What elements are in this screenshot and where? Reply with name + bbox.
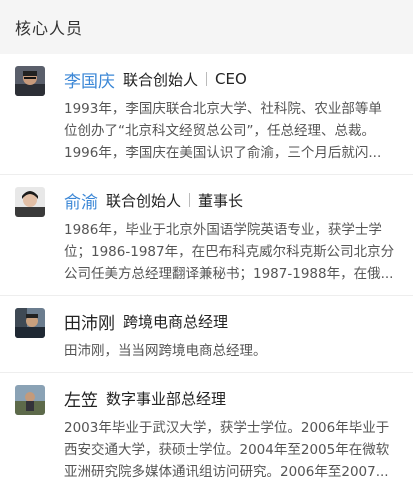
- person-name[interactable]: 李国庆: [64, 67, 115, 92]
- person-role: CEO: [215, 70, 247, 88]
- person-card[interactable]: 俞渝 联合创始人 董事长 1986年，毕业于北京外国语学院英语专业，获学士学 位…: [0, 174, 413, 295]
- person-bio: 2003年毕业于武汉大学，获学士学位。2006年毕业于 西安交通大学，获硕士学位…: [64, 417, 398, 483]
- bio-line: 西安交通大学，获硕士学位。2004年至2005年在微软: [64, 442, 390, 458]
- person-name: 田沛刚: [64, 313, 115, 334]
- name-row: 左笠 数字事业部总经理: [64, 383, 398, 413]
- person-name: 左笠: [64, 390, 98, 411]
- avatar[interactable]: [15, 66, 45, 96]
- bio-line: 1996年，李国庆在美国认识了俞渝，三个月后就闪...: [64, 145, 382, 161]
- role-divider: [189, 193, 191, 207]
- name-row: 俞渝 联合创始人 董事长: [64, 185, 398, 215]
- person-role: 联合创始人: [123, 70, 199, 89]
- person-role: 跨境电商总经理: [123, 312, 229, 331]
- bio-line: 位；1986-1987年，在巴布科克威尔科克斯公司北京分: [64, 244, 395, 260]
- bio-line: 位创办了“北京科文经贸总公司”，任总经理、总裁。: [64, 123, 375, 139]
- person-role: 数字事业部总经理: [106, 389, 227, 408]
- person-bio: 1986年，毕业于北京外国语学院英语专业，获学士学 位；1986-1987年，在…: [64, 219, 398, 285]
- section-title: 核心人员: [0, 0, 413, 54]
- avatar[interactable]: [15, 308, 45, 338]
- role-divider: [206, 72, 208, 86]
- bio-line: 公司任美方总经理翻译兼秘书；1987-1988年，在俄...: [64, 266, 394, 282]
- avatar[interactable]: [15, 187, 45, 217]
- person-role: 董事长: [198, 191, 244, 210]
- bio-line: 1986年，毕业于北京外国语学院英语专业，获学士学: [64, 222, 382, 238]
- bio-line: 2003年毕业于武汉大学，获学士学位。2006年毕业于: [64, 420, 390, 436]
- person-card[interactable]: 李国庆 联合创始人 CEO 1993年，李国庆联合北京大学、社科院、农业部等单 …: [0, 54, 413, 174]
- person-card[interactable]: 田沛刚 跨境电商总经理 田沛刚，当当网跨境电商总经理。: [0, 295, 413, 372]
- avatar[interactable]: [15, 385, 45, 415]
- person-role: 联合创始人: [106, 191, 182, 210]
- bio-line: 1993年，李国庆联合北京大学、社科院、农业部等单: [64, 101, 382, 117]
- person-card[interactable]: 左笠 数字事业部总经理 2003年毕业于武汉大学，获学士学位。2006年毕业于 …: [0, 372, 413, 493]
- person-bio: 田沛刚，当当网跨境电商总经理。: [64, 340, 398, 362]
- bio-line: 田沛刚，当当网跨境电商总经理。: [64, 343, 267, 359]
- core-people-panel: 核心人员 李国庆 联合创始人 CEO 1993年，李国庆联合北京大学、社科院、农…: [0, 0, 413, 493]
- person-name[interactable]: 俞渝: [64, 188, 98, 213]
- name-row: 田沛刚 跨境电商总经理: [64, 306, 398, 336]
- name-row: 李国庆 联合创始人 CEO: [64, 64, 398, 94]
- people-list: 李国庆 联合创始人 CEO 1993年，李国庆联合北京大学、社科院、农业部等单 …: [0, 54, 413, 493]
- person-bio: 1993年，李国庆联合北京大学、社科院、农业部等单 位创办了“北京科文经贸总公司…: [64, 98, 398, 164]
